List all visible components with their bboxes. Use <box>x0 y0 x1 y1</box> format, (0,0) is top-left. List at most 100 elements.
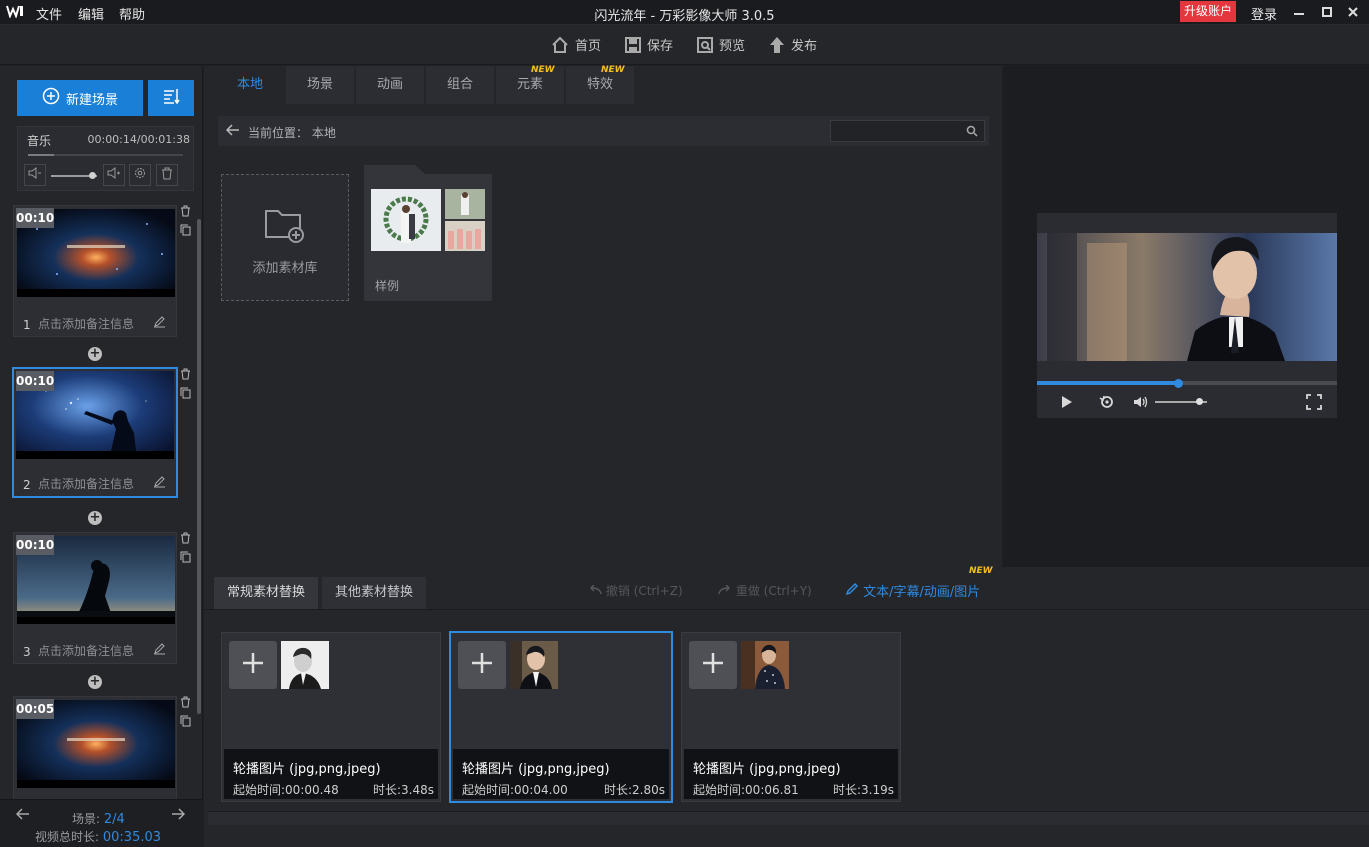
close-icon[interactable] <box>1343 3 1363 21</box>
redo-label: 重做 (Ctrl+Y) <box>735 584 812 598</box>
new-scene-button[interactable]: 新建场景 <box>17 80 143 116</box>
scene-note-input[interactable]: 点击添加备注信息 <box>38 642 134 659</box>
main-toolbar: 首页 保存 预览 发布 <box>0 25 1369 65</box>
card-info: 轮播图片 (jpg,png,jpeg) 起始时间:00:04.00 时长:2.8… <box>453 749 669 799</box>
add-library-label: 添加素材库 <box>252 261 318 276</box>
scene-count-label: 场景: <box>72 812 101 826</box>
material-tabs: 本地 场景 动画 组合 元素 特效 <box>216 66 636 104</box>
publish-button[interactable]: 发布 <box>769 35 817 54</box>
replace-card-3[interactable]: 轮播图片 (jpg,png,jpeg) 起始时间:00:06.81 时长:3.1… <box>681 632 901 802</box>
trash-icon[interactable] <box>180 696 191 712</box>
add-image-button[interactable] <box>458 641 506 689</box>
arrow-left-icon[interactable] <box>15 808 30 824</box>
speaker-icon[interactable] <box>1133 395 1149 413</box>
search-input[interactable] <box>830 120 985 142</box>
player-volume-handle[interactable] <box>1196 398 1204 405</box>
edit-icon[interactable] <box>153 315 166 332</box>
replace-card-1[interactable]: 轮播图片 (jpg,png,jpeg) 起始时间:00:00.48 时长:3.4… <box>221 632 441 802</box>
scene-list-scrollbar[interactable] <box>197 219 201 714</box>
card-title: 轮播图片 (jpg,png,jpeg) <box>693 762 841 777</box>
path-value: 本地 <box>311 126 336 140</box>
trash-icon[interactable] <box>180 205 191 221</box>
music-panel: 音乐 00:00:14/00:01:38 <box>17 126 194 191</box>
scene-duration: 00:10 <box>16 208 54 228</box>
video-player <box>1037 213 1337 418</box>
total-duration: 视频总时长: 00:35.03 <box>35 828 161 845</box>
undo-icon <box>588 584 602 598</box>
home-button[interactable]: 首页 <box>551 35 601 54</box>
copy-icon[interactable] <box>180 387 191 403</box>
redo-button[interactable]: 重做 (Ctrl+Y) <box>718 582 812 599</box>
search-icon[interactable] <box>966 125 978 141</box>
loop-icon[interactable] <box>1099 395 1115 413</box>
current-path: 当前位置： 本地 <box>248 124 336 141</box>
undo-button[interactable]: 撤销 (Ctrl+Z) <box>588 582 683 599</box>
plus-icon <box>241 651 265 679</box>
replace-tabs: 常规素材替换 其他素材替换 <box>214 577 430 609</box>
card-info: 轮播图片 (jpg,png,jpeg) 起始时间:00:06.81 时长:3.1… <box>684 749 898 799</box>
tab-combination[interactable]: 组合 <box>426 66 494 104</box>
edit-icon[interactable] <box>153 475 166 492</box>
insert-scene-button[interactable]: + <box>88 511 102 525</box>
scene-card-1[interactable]: 00:10 1 点击添加备注信息 <box>13 205 177 337</box>
trash-icon[interactable] <box>180 532 191 548</box>
login-button[interactable]: 登录 <box>1251 4 1277 23</box>
maximize-icon[interactable] <box>1317 3 1337 21</box>
scene-card-3[interactable]: 00:10 3 点击添加备注信息 <box>13 532 177 664</box>
add-library-button[interactable]: 添加素材库 <box>221 174 349 301</box>
music-progress-bar[interactable] <box>28 154 183 156</box>
scene-card-4[interactable]: 00:05 <box>13 696 177 799</box>
redo-icon <box>718 584 732 598</box>
playback-progress-bar[interactable] <box>1037 381 1337 385</box>
play-icon[interactable] <box>1061 395 1073 413</box>
video-frame[interactable] <box>1037 233 1337 361</box>
divider <box>204 609 1369 610</box>
arrow-right-icon[interactable] <box>171 808 186 824</box>
music-delete-button[interactable] <box>156 164 178 186</box>
add-image-button[interactable] <box>229 641 277 689</box>
undo-label: 撤销 (Ctrl+Z) <box>605 584 683 598</box>
scene-note-input[interactable]: 点击添加备注信息 <box>38 315 134 332</box>
insert-scene-button[interactable]: + <box>88 347 102 361</box>
save-button[interactable]: 保存 <box>625 35 673 54</box>
preview-button[interactable]: 预览 <box>697 35 745 54</box>
volume-up-button[interactable] <box>103 164 125 186</box>
tab-animation[interactable]: 动画 <box>356 66 424 104</box>
copy-icon[interactable] <box>180 224 191 240</box>
text-edit-label: 文本/字幕/动画/图片 <box>863 585 981 600</box>
scene-note-input[interactable]: 点击添加备注信息 <box>38 475 134 492</box>
sample-folder[interactable]: 样例 <box>364 174 492 301</box>
card-length: 时长:3.48s <box>372 783 434 797</box>
music-volume-handle[interactable] <box>89 172 97 179</box>
folder-preview-2 <box>445 221 485 251</box>
upgrade-account-button[interactable]: 升级账户 <box>1180 1 1236 22</box>
tab-regular-replace[interactable]: 常规素材替换 <box>214 577 319 609</box>
menu-edit[interactable]: 编辑 <box>78 4 104 23</box>
menu-help[interactable]: 帮助 <box>119 4 145 23</box>
mute-button[interactable] <box>24 164 46 186</box>
copy-icon[interactable] <box>180 551 191 567</box>
text-subtitle-edit-button[interactable]: 文本/字幕/动画/图片 <box>845 581 980 600</box>
trash-icon[interactable] <box>180 368 191 384</box>
copy-icon[interactable] <box>180 715 191 731</box>
menu-file[interactable]: 文件 <box>36 4 62 23</box>
tab-other-replace[interactable]: 其他素材替换 <box>322 577 427 609</box>
preview-area <box>1003 66 1369 567</box>
folder-preview-main <box>371 189 441 251</box>
tab-scene[interactable]: 场景 <box>286 66 354 104</box>
horizontal-scrollbar[interactable] <box>208 811 1369 825</box>
minimize-icon[interactable] <box>1289 3 1309 21</box>
new-badge: NEW <box>531 65 555 75</box>
fullscreen-icon[interactable] <box>1306 394 1322 414</box>
replace-card-2[interactable]: 轮播图片 (jpg,png,jpeg) 起始时间:00:04.00 时长:2.8… <box>449 631 673 803</box>
insert-scene-button[interactable]: + <box>88 675 102 689</box>
edit-icon[interactable] <box>153 642 166 659</box>
back-arrow-icon[interactable] <box>225 124 240 140</box>
scene-duration: 00:10 <box>16 535 54 555</box>
sort-scenes-button[interactable] <box>148 80 194 116</box>
scene-card-2[interactable]: 00:10 2 点击添加备注信息 <box>12 367 178 498</box>
add-image-button[interactable] <box>689 641 737 689</box>
playback-progress-handle[interactable] <box>1174 379 1183 388</box>
tab-local[interactable]: 本地 <box>216 66 284 104</box>
music-settings-button[interactable] <box>129 164 151 186</box>
